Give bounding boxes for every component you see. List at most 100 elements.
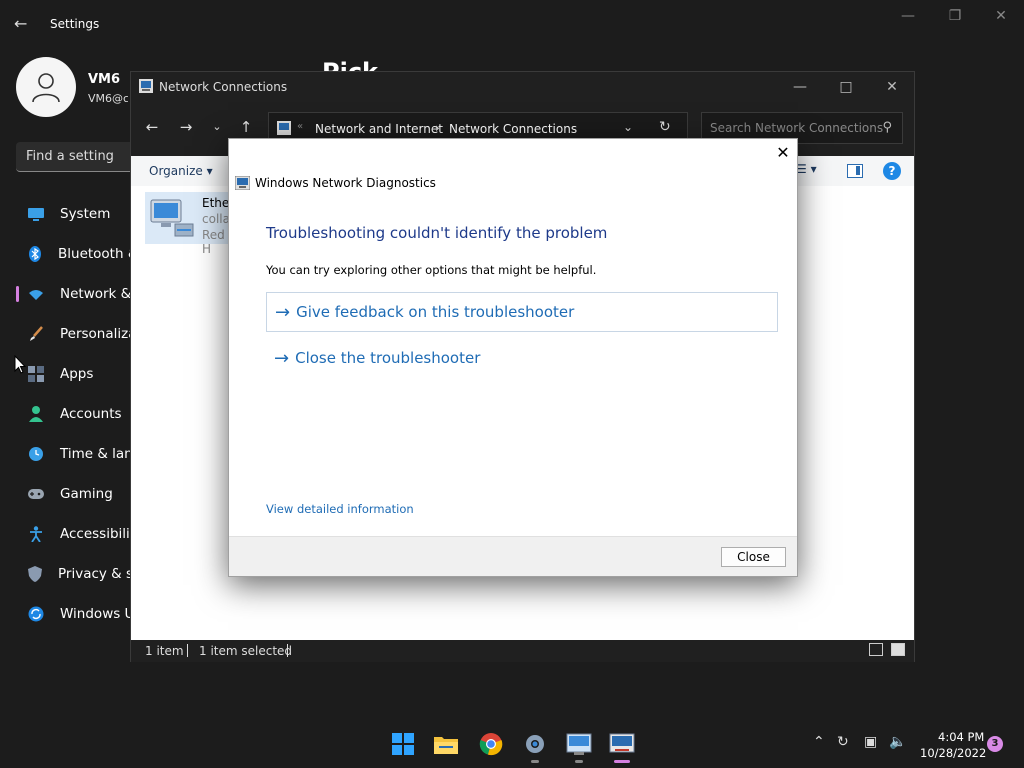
- view-details-link[interactable]: View detailed information: [266, 502, 414, 516]
- status-bar: 1 item 1 item selected: [131, 640, 914, 662]
- dialog-heading: Troubleshooting couldn't identify the pr…: [266, 224, 608, 242]
- adapter-status: colla: [202, 212, 230, 226]
- breadcrumb-network-internet[interactable]: Network and Internet: [315, 122, 443, 136]
- nc-close-icon[interactable]: ✕: [883, 78, 901, 96]
- monitor-icon: [28, 206, 44, 222]
- running-indicator: [575, 760, 583, 763]
- sidebar-item-accessibility[interactable]: Accessibility: [16, 514, 146, 554]
- accessibility-icon: [28, 526, 44, 542]
- user-name: VM6: [88, 72, 121, 87]
- option-label: Close the troubleshooter: [295, 349, 481, 367]
- search-placeholder: Search Network Connections: [710, 121, 884, 135]
- option-label: Give feedback on this troubleshooter: [296, 303, 575, 321]
- wifi-icon: [28, 286, 44, 302]
- sidebar-item-label: Accounts: [60, 406, 122, 422]
- user-email: VM6@c: [88, 92, 128, 105]
- sidebar-item-personalization[interactable]: Personalization: [16, 314, 146, 354]
- organize-button[interactable]: Organize ▾: [149, 164, 213, 178]
- settings-title: Settings: [50, 17, 100, 31]
- minimize-icon[interactable]: —: [900, 8, 916, 24]
- sidebar-item-privacy[interactable]: Privacy & security: [16, 554, 146, 594]
- refresh-icon[interactable]: ↻: [659, 119, 671, 135]
- breadcrumb-overflow-icon[interactable]: «: [297, 121, 303, 132]
- status-divider: [287, 644, 288, 657]
- nc-titlebar: Network Connections — □ ✕: [131, 72, 914, 102]
- help-icon[interactable]: ?: [883, 162, 901, 180]
- sidebar-item-label: Apps: [60, 366, 94, 382]
- person-icon: [28, 406, 44, 422]
- shield-icon: [28, 566, 42, 582]
- avatar[interactable]: [16, 57, 76, 117]
- sidebar-item-gaming[interactable]: Gaming: [16, 474, 146, 514]
- close-button[interactable]: Close: [721, 547, 786, 567]
- sidebar-item-system[interactable]: System: [16, 194, 146, 234]
- view-options-icon[interactable]: ☰ ▾: [796, 162, 817, 176]
- diagnostics-dialog: ✕ Windows Network Diagnostics Troublesho…: [228, 138, 798, 577]
- address-dropdown-icon[interactable]: ⌄: [623, 120, 633, 134]
- network-diagnostics-taskbar-icon[interactable]: [609, 732, 635, 756]
- ethernet-adapter-item[interactable]: Ether colla Red H: [145, 192, 235, 256]
- network-folder-icon: [277, 121, 291, 135]
- nc-minimize-icon[interactable]: —: [791, 78, 809, 96]
- give-feedback-option[interactable]: → Give feedback on this troubleshooter: [266, 292, 778, 332]
- back-icon[interactable]: ←: [141, 112, 163, 142]
- details-view-icon[interactable]: [869, 643, 883, 656]
- dialog-body-text: You can try exploring other options that…: [266, 263, 597, 277]
- active-indicator: [614, 760, 630, 763]
- close-icon[interactable]: ✕: [993, 8, 1009, 24]
- chevron-up-icon[interactable]: ⌃: [813, 734, 825, 750]
- clock-globe-icon: [28, 446, 44, 462]
- sidebar-item-time-language[interactable]: Time & language: [16, 434, 146, 474]
- bluetooth-icon: [28, 246, 42, 262]
- network-tray-icon[interactable]: ▣: [864, 734, 877, 750]
- nc-maximize-icon[interactable]: □: [837, 78, 855, 96]
- sidebar-item-accounts[interactable]: Accounts: [16, 394, 146, 434]
- dialog-title: Windows Network Diagnostics: [255, 176, 436, 190]
- sidebar-item-network[interactable]: Network & internet: [16, 274, 146, 314]
- maximize-icon[interactable]: ❐: [947, 8, 963, 24]
- large-icons-view-icon[interactable]: [891, 643, 905, 656]
- settings-gear-icon[interactable]: [522, 732, 548, 756]
- volume-icon[interactable]: 🔈: [889, 734, 906, 750]
- brush-icon: [28, 326, 44, 342]
- sidebar-item-bluetooth[interactable]: Bluetooth & devices: [16, 234, 146, 274]
- settings-nav: System Bluetooth & devices Network & int…: [16, 194, 146, 634]
- close-troubleshooter-option[interactable]: → Close the troubleshooter: [266, 338, 778, 378]
- sidebar-item-apps[interactable]: Apps: [16, 354, 146, 394]
- breadcrumb-network-connections[interactable]: Network Connections: [449, 122, 577, 136]
- arrow-right-icon: →: [274, 347, 290, 369]
- notification-badge[interactable]: 3: [987, 736, 1003, 752]
- arrow-right-icon: →: [275, 301, 291, 323]
- diagnostics-icon: [235, 176, 250, 190]
- selected-count: 1 item selected: [199, 644, 293, 658]
- update-icon: [28, 606, 44, 622]
- clock-time[interactable]: 4:04 PM: [938, 730, 984, 744]
- running-indicator: [531, 760, 539, 763]
- recent-chevron-down-icon[interactable]: ⌄: [206, 112, 228, 142]
- preview-pane-icon[interactable]: [847, 164, 863, 178]
- user-icon: [32, 73, 60, 103]
- dialog-close-icon[interactable]: ✕: [775, 145, 791, 161]
- sync-icon[interactable]: ↻: [837, 734, 849, 750]
- network-connections-taskbar-icon[interactable]: [566, 732, 592, 756]
- dialog-footer: Close: [229, 536, 797, 576]
- sidebar-item-label: System: [60, 206, 111, 222]
- breadcrumb-chevron-icon: ›: [435, 121, 440, 135]
- forward-icon[interactable]: →: [175, 112, 197, 142]
- status-divider: [187, 644, 188, 657]
- taskbar: ⌃ ↻ ▣ 🔈 4:04 PM 10/28/2022 3: [0, 720, 1024, 768]
- clock-date[interactable]: 10/28/2022: [920, 746, 986, 760]
- file-explorer-icon[interactable]: [433, 732, 459, 756]
- network-folder-icon: [139, 79, 153, 93]
- nc-title: Network Connections: [159, 80, 288, 94]
- back-arrow-icon[interactable]: ←: [14, 14, 34, 34]
- ethernet-adapter-icon: [150, 199, 194, 237]
- mouse-cursor-icon: [14, 355, 26, 374]
- item-count: 1 item: [145, 644, 184, 658]
- chrome-icon[interactable]: [478, 732, 504, 756]
- sidebar-item-windows-update[interactable]: Windows Update: [16, 594, 146, 634]
- apps-icon: [28, 366, 44, 382]
- search-icon[interactable]: ⚲: [882, 120, 892, 135]
- start-windows-icon[interactable]: [390, 732, 416, 756]
- gamepad-icon: [28, 486, 44, 502]
